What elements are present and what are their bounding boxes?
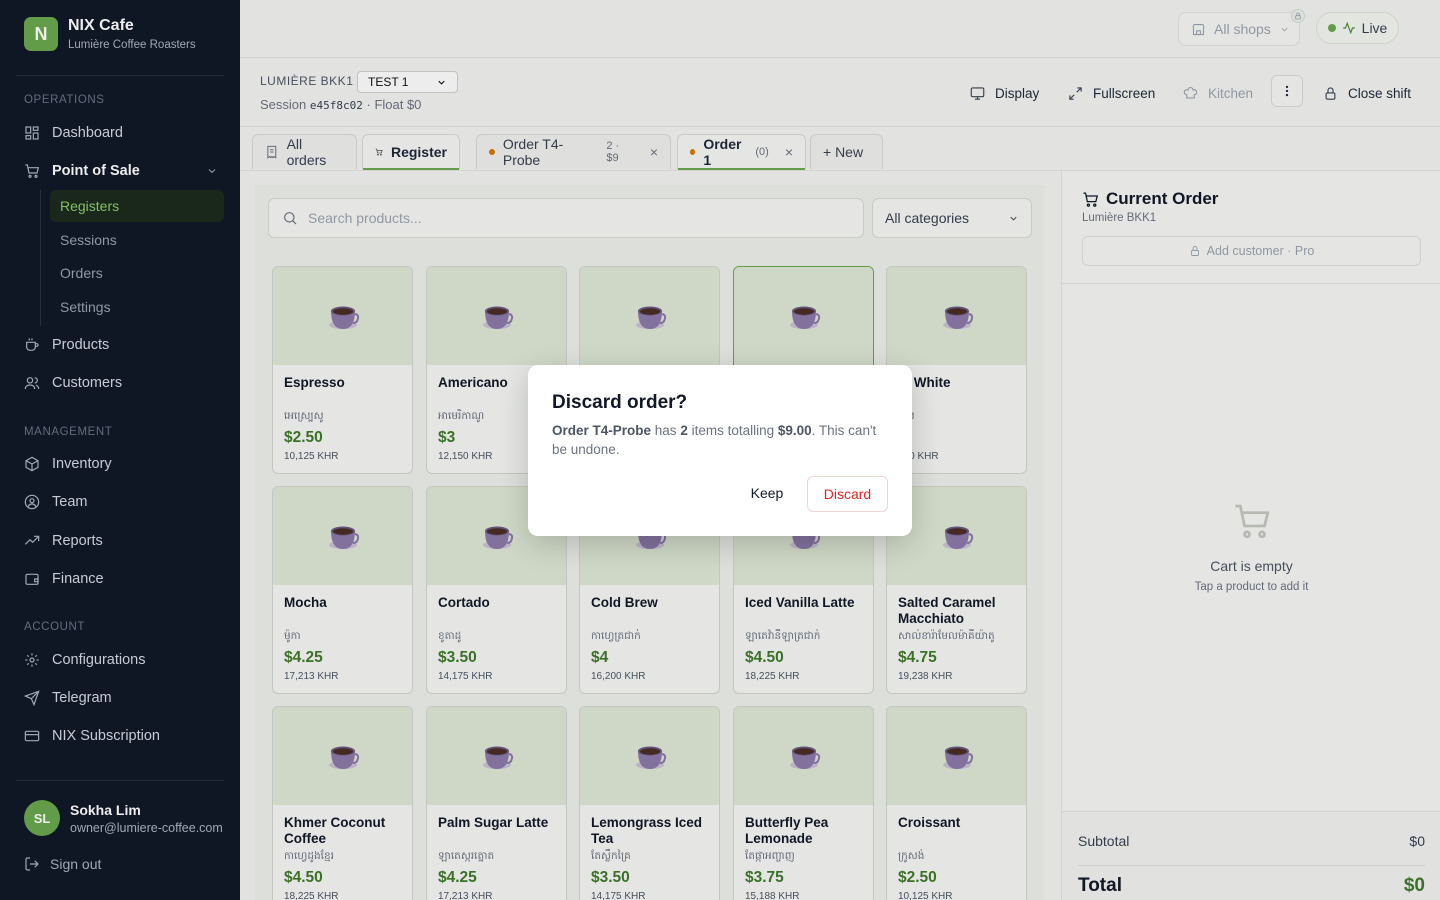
dialog-message: Order T4-Probe has 2 items totalling $9.… <box>552 421 892 459</box>
message-text: items totalling <box>687 423 778 438</box>
dialog-title: Discard order? <box>552 392 688 413</box>
order-amount: $9.00 <box>777 423 812 438</box>
item-count: 2 <box>680 423 688 438</box>
message-text: has <box>651 423 681 438</box>
discard-button[interactable]: Discard <box>807 476 888 512</box>
order-name: Order T4-Probe <box>552 423 652 438</box>
keep-button[interactable]: Keep <box>738 476 796 510</box>
